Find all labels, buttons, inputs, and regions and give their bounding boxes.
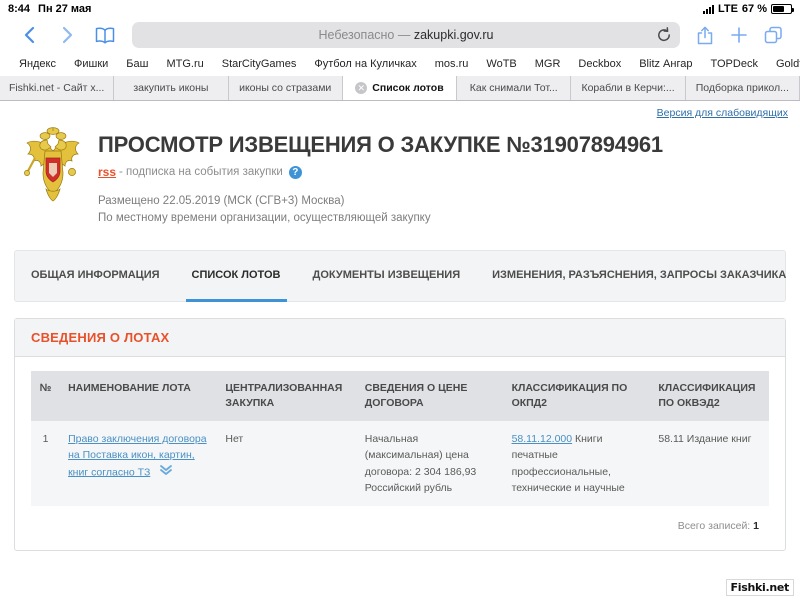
lot-name-link[interactable]: Право заключения договора на Поставка ик… [68, 433, 207, 478]
status-date: Пн 27 мая [38, 3, 92, 15]
browser-tab[interactable]: Подборка прикол... [685, 76, 800, 100]
section-tabs: ОБЩАЯ ИНФОРМАЦИЯ СПИСОК ЛОТОВ ДОКУМЕНТЫ … [14, 249, 786, 302]
fishki-watermark: Fishki.net [725, 579, 794, 596]
tab-notice-documents[interactable]: ДОКУМЕНТЫ ИЗВЕЩЕНИЯ [297, 251, 477, 301]
rss-description: - подписка на события закупки [119, 166, 283, 179]
lots-panel: СВЕДЕНИЯ О ЛОТАХ № НАИМЕНОВАНИЕ ЛОТА ЦЕН… [14, 317, 786, 552]
column-header-lot-name: НАИМЕНОВАНИЕ ЛОТА [60, 370, 218, 422]
browser-tab[interactable]: Корабли в Керчи:... [571, 76, 686, 100]
cell-number: 1 [31, 421, 61, 507]
bookmark-item[interactable]: mos.ru [426, 58, 478, 70]
table-body: 1 Право заключения договора на Поставка … [31, 421, 769, 507]
tab-title: Как снимали Тот... [469, 82, 558, 94]
bookmark-item[interactable]: Goldfish [767, 58, 800, 70]
tab-title: Подборка прикол... [695, 82, 789, 94]
panel-body: № НАИМЕНОВАНИЕ ЛОТА ЦЕНТРАЛИЗОВАННАЯ ЗАК… [15, 357, 785, 551]
page-title: ПРОСМОТР ИЗВЕЩЕНИЯ О ЗАКУПКЕ №3190789496… [98, 132, 663, 157]
cell-okved2: 58.11 Издание книг [650, 421, 769, 507]
ios-status-bar: 8:44 Пн 27 мая LTE 67 % [0, 0, 800, 18]
column-header-price: СВЕДЕНИЯ О ЦЕНЕ ДОГОВОРА [356, 370, 504, 422]
russian-coat-of-arms-icon [22, 127, 84, 203]
tab-title: закупить иконы [133, 82, 209, 94]
cell-lot-name: Право заключения договора на Поставка ик… [60, 421, 218, 507]
url-text: Небезопасно — zakupki.gov.ru [318, 28, 493, 42]
bookmark-item[interactable]: Фишки [65, 58, 117, 70]
bookmark-item[interactable]: StarCityGames [213, 58, 306, 70]
column-header-okpd2: КЛАССИФИКАЦИЯ ПО ОКПД2 [503, 370, 651, 422]
posted-date: Размещено 22.05.2019 (МСК (СГВ+3) Москва… [98, 195, 345, 208]
browser-tab[interactable]: Fishki.net - Сайт х... [0, 76, 115, 100]
tab-strip: Fishki.net - Сайт х... закупить иконы ик… [0, 76, 800, 101]
page-content: Версия для слабовидящих ПРОСМОТР ИЗВЕЩЕН… [0, 101, 800, 600]
bookmark-item[interactable]: Баш [117, 58, 157, 70]
browser-tab[interactable]: иконы со стразами [228, 76, 343, 100]
okpd2-code-link[interactable]: 58.11.12.000 [512, 433, 573, 445]
bookmark-item[interactable]: TOPDeck [701, 58, 766, 70]
accessibility-row: Версия для слабовидящих [0, 101, 800, 119]
bookmark-item[interactable]: Яндекс [10, 58, 65, 70]
tab-changes-clarifications[interactable]: ИЗМЕНЕНИЯ, РАЗЪЯСНЕНИЯ, ЗАПРОСЫ ЗАКАЗЧИК… [476, 251, 800, 301]
bookmark-item[interactable]: Футбол на Куличках [305, 58, 425, 70]
bookmarks-bar: Яндекс Фишки Баш MTG.ru StarCityGames Фу… [0, 52, 800, 76]
double-chevron-down-icon[interactable] [159, 464, 173, 481]
table-header-row: № НАИМЕНОВАНИЕ ЛОТА ЦЕНТРАЛИЗОВАННАЯ ЗАК… [31, 370, 769, 422]
total-records-value: 1 [753, 520, 759, 533]
lots-table: № НАИМЕНОВАНИЕ ЛОТА ЦЕНТРАЛИЗОВАННАЯ ЗАК… [31, 370, 769, 507]
status-bar-right: LTE 67 % [702, 3, 794, 15]
close-icon[interactable]: ✕ [355, 82, 368, 94]
panel-title: СВЕДЕНИЯ О ЛОТАХ [15, 318, 785, 357]
page-header: ПРОСМОТР ИЗВЕЩЕНИЯ О ЗАКУПКЕ №3190789496… [0, 119, 800, 228]
address-bar[interactable]: Небезопасно — zakupki.gov.ru [132, 22, 680, 48]
status-bar-left: 8:44 Пн 27 мая [8, 3, 91, 15]
header-text-block: ПРОСМОТР ИЗВЕЩЕНИЯ О ЗАКУПКЕ №3190789496… [98, 127, 663, 228]
reload-icon[interactable] [656, 27, 672, 43]
cellular-signal-icon [702, 4, 714, 14]
browser-tab[interactable]: Как снимали Тот... [457, 76, 572, 100]
battery-icon [771, 4, 794, 14]
column-header-number: № [31, 370, 61, 422]
tabs-overview-button[interactable] [756, 20, 790, 50]
column-header-centralized: ЦЕНТРАЛИЗОВАННАЯ ЗАКУПКА [217, 370, 357, 422]
forward-button[interactable] [48, 20, 86, 50]
tab-title: иконы со стразами [239, 82, 332, 94]
cell-okpd2: 58.11.12.000 Книги печатные профессионал… [503, 421, 651, 507]
accessibility-version-link[interactable]: Версия для слабовидящих [657, 107, 788, 119]
status-time: 8:44 [8, 3, 31, 15]
network-type: LTE [717, 3, 738, 15]
posted-timezone-note: По местному времени организации, осущест… [98, 212, 431, 225]
bookmark-item[interactable]: MGR [526, 58, 570, 70]
bookmark-item[interactable]: Blitz Ангар [630, 58, 701, 70]
battery-percent: 67 % [741, 3, 767, 15]
posted-info: Размещено 22.05.2019 (МСК (СГВ+3) Москва… [98, 193, 663, 228]
column-header-okved2: КЛАССИФИКАЦИЯ ПО ОКВЭД2 [650, 370, 769, 422]
bookmark-item[interactable]: WoTB [477, 58, 525, 70]
url-domain: zakupki.gov.ru [413, 28, 494, 42]
tab-title: Fishki.net - Сайт х... [8, 82, 105, 94]
tab-title: Корабли в Керчи:... [581, 82, 675, 94]
rss-link[interactable]: rss [98, 165, 116, 179]
help-icon[interactable]: ? [288, 165, 302, 179]
cell-price: Начальная (максимальная) цена договора: … [356, 421, 504, 507]
bookmarks-button[interactable] [86, 20, 124, 50]
safari-toolbar: Небезопасно — zakupki.gov.ru [0, 18, 800, 52]
cell-centralized: Нет [217, 421, 357, 507]
total-records-row: Всего записей: 1 [31, 506, 769, 544]
table-header: № НАИМЕНОВАНИЕ ЛОТА ЦЕНТРАЛИЗОВАННАЯ ЗАК… [31, 370, 769, 422]
table-row: 1 Право заключения договора на Поставка … [31, 421, 769, 507]
bookmark-item[interactable]: MTG.ru [157, 58, 212, 70]
tab-lots-list[interactable]: СПИСОК ЛОТОВ [176, 251, 297, 302]
browser-tab-active[interactable]: ✕ Список лотов [342, 76, 458, 100]
tab-general-info[interactable]: ОБЩАЯ ИНФОРМАЦИЯ [15, 251, 176, 301]
bookmark-item[interactable]: Deckbox [569, 58, 630, 70]
rss-subscription-row: rss - подписка на события закупки ? [98, 165, 663, 179]
browser-tab[interactable]: закупить иконы [114, 76, 229, 100]
url-security-label: Небезопасно — [318, 28, 414, 42]
share-button[interactable] [688, 20, 722, 50]
back-button[interactable] [10, 20, 48, 50]
tab-title: Список лотов [372, 82, 444, 94]
total-records-label: Всего записей: [677, 520, 751, 533]
new-tab-button[interactable] [722, 20, 756, 50]
